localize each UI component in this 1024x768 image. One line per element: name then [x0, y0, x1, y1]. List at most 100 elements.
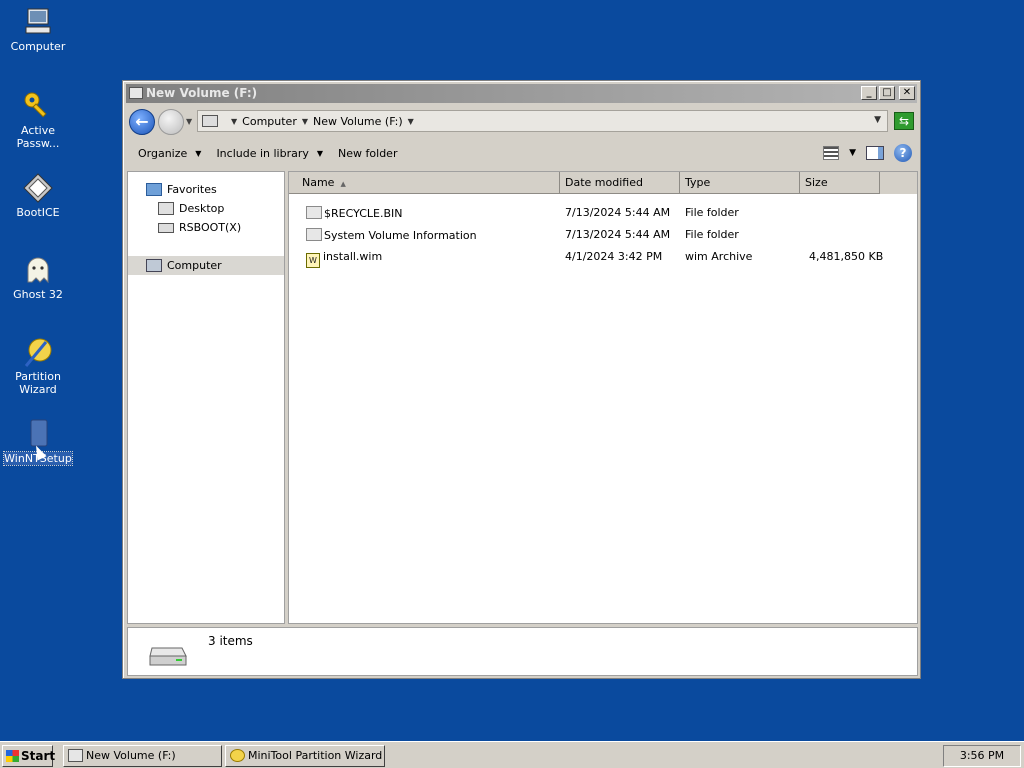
details-pane: 3 items: [127, 627, 918, 676]
close-button[interactable]: ✕: [899, 86, 915, 100]
window-icon: [68, 749, 83, 762]
file-name: install.wim: [323, 250, 383, 263]
preview-pane-icon[interactable]: [866, 146, 884, 160]
task-label: New Volume (F:): [86, 749, 176, 762]
refresh-button[interactable]: ⇆: [894, 112, 914, 130]
breadcrumb-computer[interactable]: Computer: [242, 115, 297, 128]
address-dropdown-icon[interactable]: ▼: [874, 115, 881, 125]
computer-icon: [146, 259, 162, 272]
chevron-right-icon[interactable]: ▼: [408, 117, 414, 126]
folder-icon: [306, 206, 322, 219]
explorer-window: New Volume (F:) _ □ ✕ ← ▼ ▼ Computer ▼ N…: [122, 80, 921, 679]
item-count: 3 items: [208, 634, 253, 648]
column-header-label: Size: [805, 176, 828, 189]
desktop-icon-label: Computer: [10, 40, 66, 53]
drive-icon: [158, 222, 174, 233]
wim-file-icon: W: [306, 253, 320, 268]
desktop-icon-computer[interactable]: Computer: [0, 6, 76, 53]
desktop-icon-label: BootICE: [16, 206, 60, 219]
desktop-icon: [158, 202, 174, 215]
maximize-button[interactable]: □: [879, 86, 895, 100]
column-header-type[interactable]: Type: [680, 172, 800, 194]
file-type: File folder: [685, 228, 739, 241]
windows-logo-icon: [6, 750, 19, 762]
desktop-icon-label: Active Passw...: [16, 124, 60, 150]
nav-item-label: Desktop: [179, 202, 225, 215]
nav-item-label: RSBOOT(X): [179, 221, 242, 234]
partition-wizard-icon: [230, 749, 245, 762]
computer-icon: [25, 8, 51, 34]
start-button[interactable]: Start: [2, 745, 56, 767]
desktop-icon-active-password[interactable]: Active Passw...: [0, 90, 76, 150]
help-icon[interactable]: ?: [894, 144, 912, 162]
window-icon: [129, 87, 143, 99]
clock[interactable]: 3:56 PM: [943, 745, 1021, 767]
column-header-label: Date modified: [565, 176, 643, 189]
file-name: System Volume Information: [324, 229, 477, 242]
change-view-icon[interactable]: [823, 146, 840, 160]
folder-icon: [306, 228, 322, 241]
file-type: File folder: [685, 206, 739, 219]
chevron-right-icon[interactable]: ▼: [231, 117, 237, 126]
task-button-partition-wizard[interactable]: MiniTool Partition Wizard ...: [225, 745, 385, 767]
ghost-icon: [27, 257, 49, 284]
navigation-pane: Favorites Desktop RSBOOT(X) Computer: [127, 171, 285, 624]
column-header-date[interactable]: Date modified: [560, 172, 680, 194]
desktop-icon-label: Partition Wizard: [15, 370, 61, 396]
back-button[interactable]: ←: [129, 109, 155, 135]
task-label: MiniTool Partition Wizard ...: [248, 749, 385, 762]
table-row[interactable]: $RECYCLE.BIN 7/13/2024 5:44 AM File fold…: [289, 202, 917, 224]
nav-item-label: Computer: [167, 259, 222, 272]
organize-label: Organize: [138, 147, 188, 160]
nav-item-favorites[interactable]: Favorites: [146, 180, 217, 199]
column-header-label: Type: [685, 176, 711, 189]
new-folder-button[interactable]: New folder: [338, 147, 397, 160]
chevron-down-icon[interactable]: ▼: [849, 148, 856, 158]
column-header-size[interactable]: Size: [800, 172, 880, 194]
file-name-cell: Winstall.wim: [306, 250, 382, 268]
desktop-icon-label: Ghost 32: [13, 288, 63, 301]
include-in-library-button[interactable]: Include in library ▼: [216, 147, 327, 160]
nav-item-rsboot[interactable]: RSBOOT(X): [158, 218, 241, 237]
recent-pages-chevron-icon[interactable]: ▼: [186, 117, 192, 126]
forward-button[interactable]: [158, 109, 184, 135]
computer-icon: [202, 115, 218, 127]
taskbar: Start New Volume (F:) MiniTool Partition…: [0, 741, 1024, 768]
file-date: 7/13/2024 5:44 AM: [565, 206, 671, 219]
chevron-down-icon: ▼: [195, 149, 202, 158]
file-name-cell: $RECYCLE.BIN: [306, 206, 402, 220]
hard-drive-icon: [149, 647, 187, 666]
start-label: Start: [21, 749, 56, 763]
desktop-icon-ghost[interactable]: Ghost 32: [0, 254, 76, 301]
column-header-row: Name ▲ Date modified Type Size: [289, 172, 917, 194]
nav-item-desktop[interactable]: Desktop: [158, 199, 224, 218]
window-title: New Volume (F:): [146, 86, 258, 100]
address-field[interactable]: ▼ Computer ▼ New Volume (F:) ▼ ▼: [197, 110, 888, 132]
include-label: Include in library: [216, 147, 309, 160]
table-row[interactable]: System Volume Information 7/13/2024 5:44…: [289, 224, 917, 246]
desktop-icon-partition-wizard[interactable]: Partition Wizard: [0, 336, 76, 396]
chevron-right-icon[interactable]: ▼: [302, 117, 308, 126]
command-bar: Organize ▼ Include in library ▼ New fold…: [127, 139, 916, 168]
desktop-icon-bootice[interactable]: BootICE: [0, 172, 76, 219]
file-date: 7/13/2024 5:44 AM: [565, 228, 671, 241]
breadcrumb-volume[interactable]: New Volume (F:): [313, 115, 403, 128]
file-size: 4,481,850 KB: [809, 250, 884, 263]
file-date: 4/1/2024 3:42 PM: [565, 250, 663, 263]
table-row[interactable]: Winstall.wim 4/1/2024 3:42 PM wim Archiv…: [289, 246, 917, 268]
address-bar: ← ▼ ▼ Computer ▼ New Volume (F:) ▼ ▼ ⇆: [127, 106, 916, 136]
minimize-button[interactable]: _: [861, 86, 877, 100]
nav-item-computer[interactable]: Computer: [128, 256, 284, 275]
file-list: Name ▲ Date modified Type Size $RECYCLE.B…: [288, 171, 918, 624]
column-header-name[interactable]: Name ▲: [289, 172, 560, 194]
chevron-down-icon: ▼: [316, 149, 324, 158]
column-header-label: Name: [302, 176, 335, 189]
new-folder-label: New folder: [338, 147, 398, 160]
star-folder-icon: [146, 183, 162, 196]
title-bar[interactable]: New Volume (F:) _ □ ✕: [126, 84, 917, 103]
file-type: wim Archive: [685, 250, 753, 263]
partition-wizard-icon: [24, 338, 52, 367]
organize-button[interactable]: Organize ▼: [138, 147, 205, 160]
task-button-explorer[interactable]: New Volume (F:): [63, 745, 222, 767]
nav-item-label: Favorites: [167, 183, 217, 196]
